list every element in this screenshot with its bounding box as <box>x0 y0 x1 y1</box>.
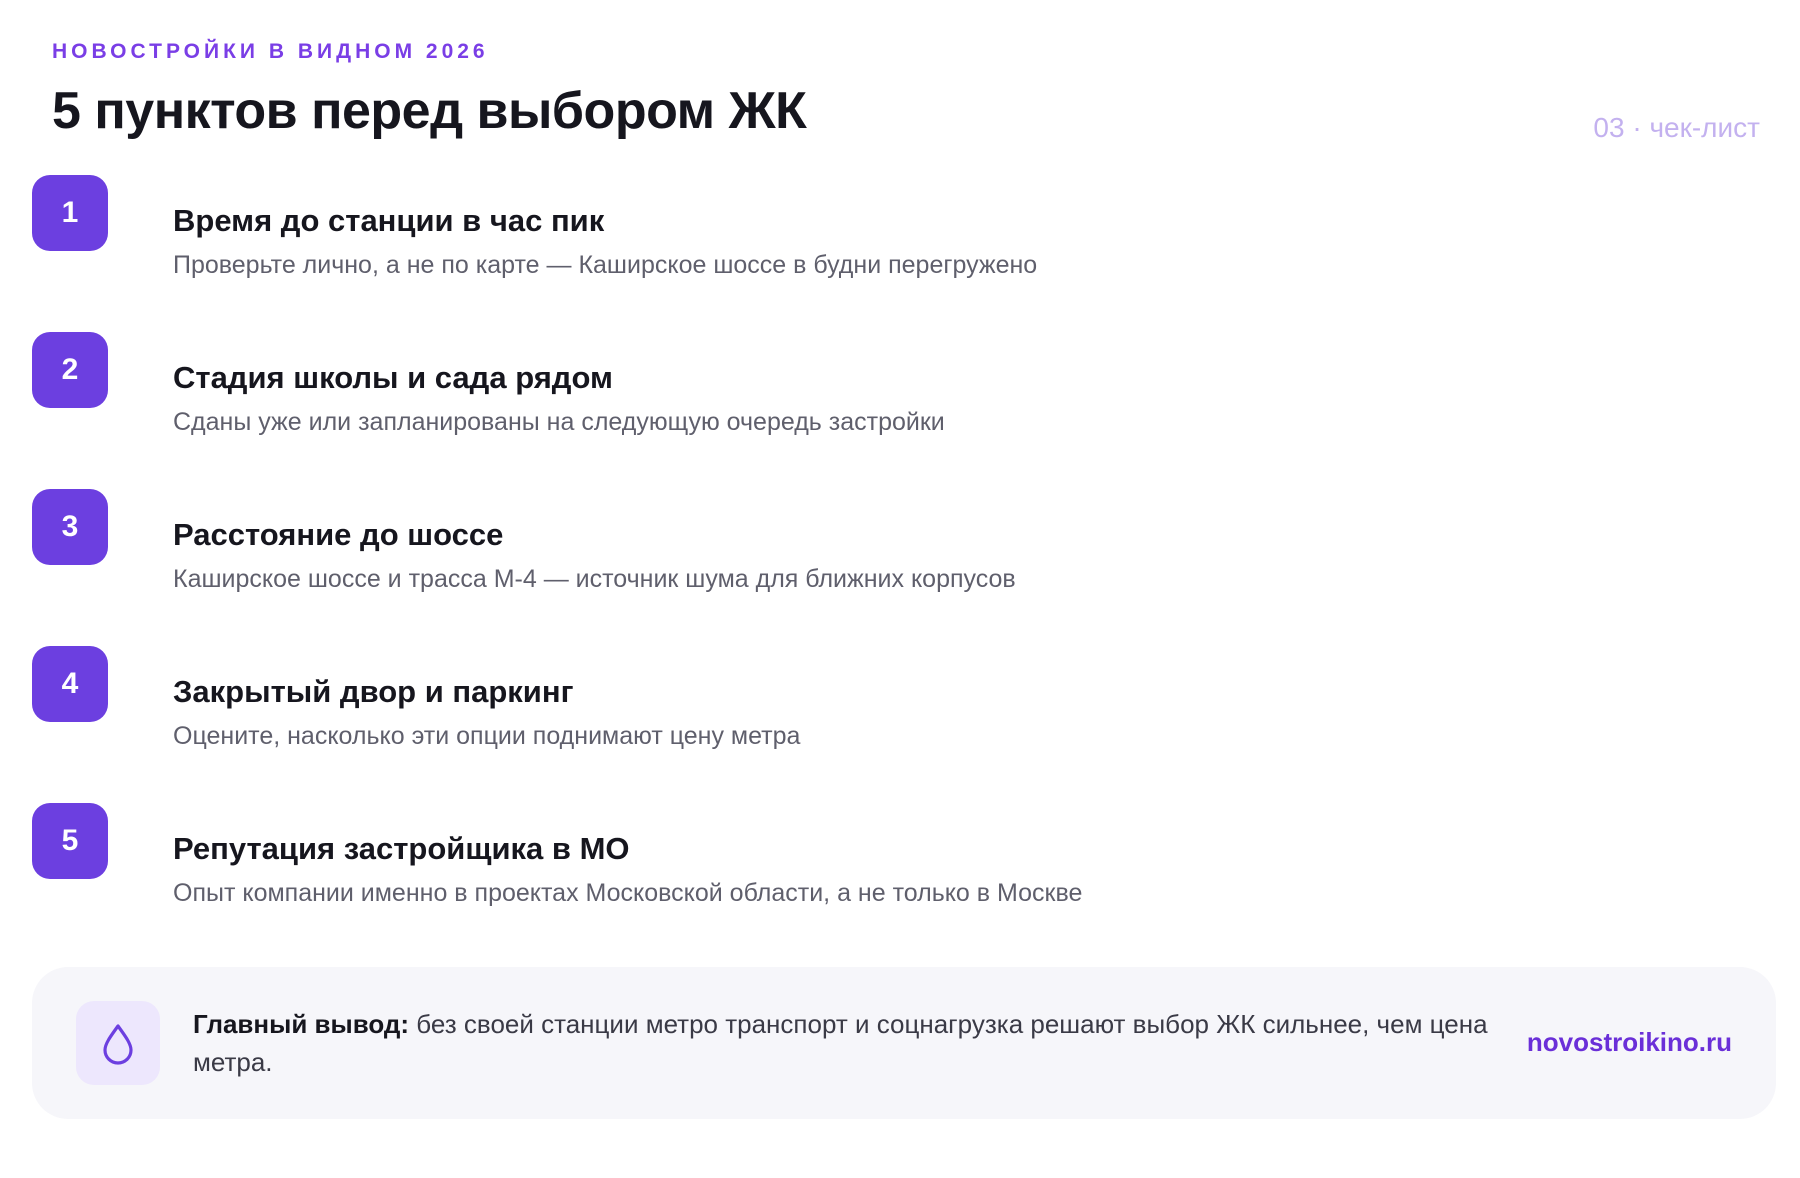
item-number-badge: 4 <box>32 646 108 722</box>
item-title: Закрытый двор и паркинг <box>173 674 574 709</box>
site-link[interactable]: novostroikino.ru <box>1527 1027 1732 1058</box>
conclusion-lead: Главный вывод: <box>193 1009 410 1039</box>
item-title: Расстояние до шоссе <box>173 517 504 552</box>
checklist-item: 4 Закрытый двор и паркинг Оцените, наско… <box>32 646 1432 803</box>
checklist-item: 1 Время до станции в час пик Проверьте л… <box>32 175 1432 332</box>
item-title: Время до станции в час пик <box>173 203 605 238</box>
item-title: Стадия школы и сада рядом <box>173 360 613 395</box>
drop-icon <box>76 1001 160 1085</box>
item-description: Оцените, насколько эти опции поднимают ц… <box>173 722 801 750</box>
conclusion-card: Главный вывод: без своей станции метро т… <box>32 967 1776 1119</box>
item-description: Проверьте лично, а не по карте — Каширск… <box>173 251 1038 279</box>
item-number-badge: 5 <box>32 803 108 879</box>
checklist-item: 3 Расстояние до шоссе Каширское шоссе и … <box>32 489 1432 646</box>
page-tag: 03 · чек-лист <box>1593 112 1760 143</box>
item-description: Сданы уже или запланированы на следующую… <box>173 408 945 436</box>
item-number-badge: 3 <box>32 489 108 565</box>
section-eyebrow: НОВОСТРОЙКИ В ВИДНОМ 2026 <box>52 40 489 63</box>
checklist-item: 2 Стадия школы и сада рядом Сданы уже ил… <box>32 332 1432 489</box>
item-description: Опыт компании именно в проектах Московск… <box>173 879 1083 907</box>
page-title: 5 пунктов перед выбором ЖК <box>52 82 807 140</box>
checklist: 1 Время до станции в час пик Проверьте л… <box>32 175 1432 960</box>
item-description: Каширское шоссе и трасса М-4 — источник … <box>173 565 1016 593</box>
conclusion-text: Главный вывод: без своей станции метро т… <box>193 1005 1513 1081</box>
item-title: Репутация застройщика в МО <box>173 831 630 866</box>
checklist-item: 5 Репутация застройщика в МО Опыт компан… <box>32 803 1432 960</box>
item-number-badge: 2 <box>32 332 108 408</box>
item-number-badge: 1 <box>32 175 108 251</box>
